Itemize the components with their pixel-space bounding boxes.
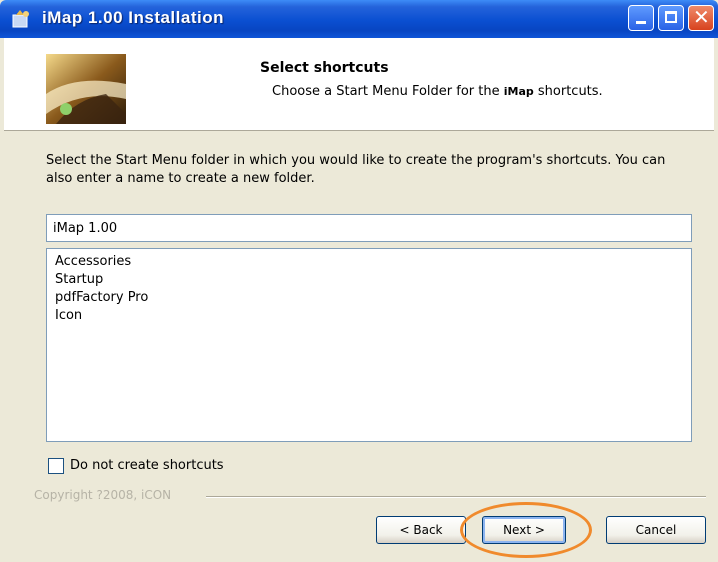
maximize-icon [665,11,677,23]
title-bar[interactable]: iMap 1.00 Installation ✕ [0,0,718,38]
folder-list-item[interactable]: Icon [47,307,691,325]
step-subtitle-app: iMap [503,85,534,98]
folder-list-item[interactable]: pdfFactory Pro [47,289,691,307]
footer-divider [206,496,706,498]
installer-window: iMap 1.00 Installation ✕ Select shortcut… [0,0,718,562]
window-title: iMap 1.00 Installation [42,8,224,27]
folder-list-item[interactable]: Accessories [47,253,691,271]
copyright-text: Copyright ?2008, iCON [34,488,172,502]
next-button[interactable]: Next > [482,516,566,544]
cancel-button[interactable]: Cancel [606,516,706,544]
close-button[interactable]: ✕ [688,5,714,31]
folder-list-item[interactable]: Startup [47,271,691,289]
maximize-button[interactable] [658,5,684,31]
step-subtitle: Choose a Start Menu Folder for the iMap … [272,84,603,99]
close-icon: ✕ [693,5,710,29]
no-shortcuts-checkbox[interactable] [48,458,64,474]
back-button[interactable]: < Back [376,516,466,544]
no-shortcuts-label[interactable]: Do not create shortcuts [70,458,224,473]
minimize-icon [636,21,646,24]
instructions-text: Select the Start Menu folder in which yo… [46,153,666,186]
step-subtitle-prefix: Choose a Start Menu Folder for the [272,84,500,99]
installer-app-icon [12,10,29,28]
step-title: Select shortcuts [260,60,389,76]
wizard-header: Select shortcuts Choose a Start Menu Fol… [4,38,714,131]
start-menu-folder-input[interactable] [46,214,692,242]
minimize-button[interactable] [628,5,654,31]
step-subtitle-suffix: shortcuts. [537,84,603,99]
start-menu-folder-list[interactable]: Accessories Startup pdfFactory Pro Icon [46,248,692,442]
wizard-banner-image [46,54,126,124]
